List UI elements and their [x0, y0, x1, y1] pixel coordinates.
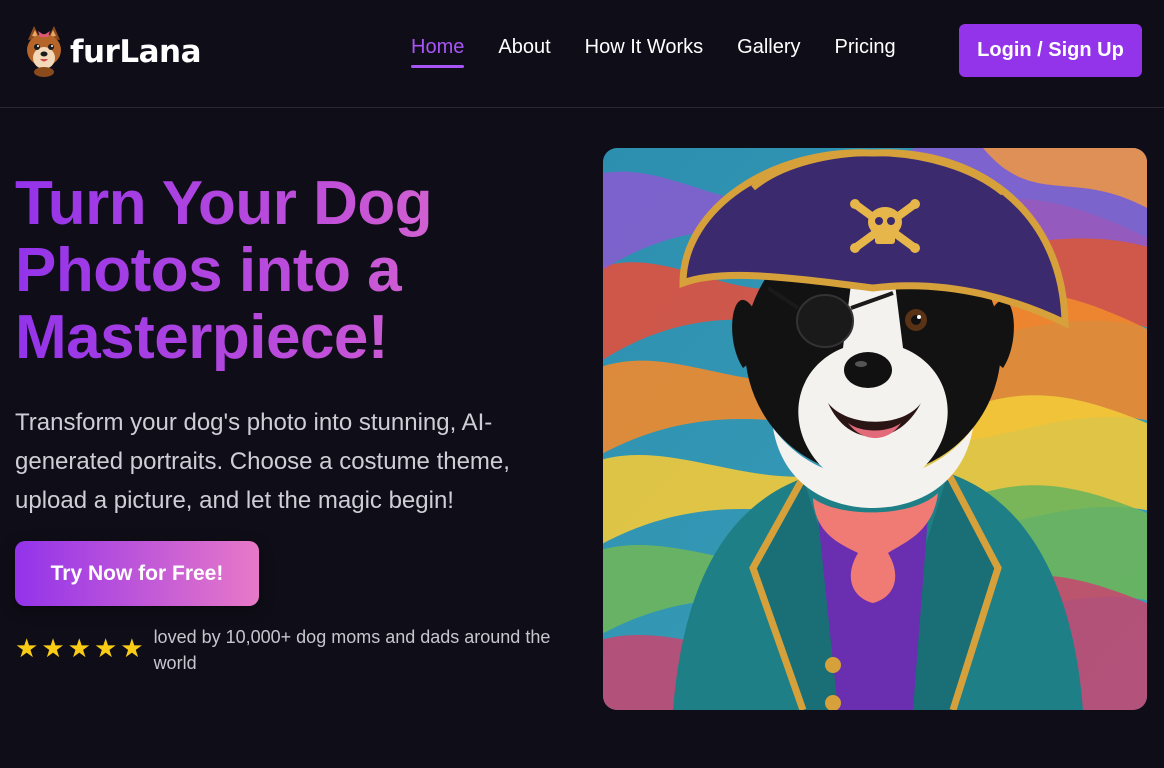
rating-block: ★ ★ ★ ★ ★ loved by 10,000+ dog moms and …: [15, 624, 564, 676]
hero-title-line-1: Turn Your Dog: [15, 169, 433, 238]
hero-title-line-2: Photos into a: [15, 236, 402, 305]
brand-logo[interactable]: furLana: [24, 24, 202, 78]
hero-title-line-3: Masterpiece!: [15, 303, 389, 372]
nav-item-how-it-works[interactable]: How It Works: [585, 36, 704, 68]
nav-item-pricing[interactable]: Pricing: [835, 36, 896, 68]
nav-item-gallery[interactable]: Gallery: [737, 36, 800, 68]
rating-text: loved by 10,000+ dog moms and dads aroun…: [153, 627, 551, 673]
hero-subtitle: Transform your dog's photo into stunning…: [15, 409, 510, 514]
rating-stars: ★ ★ ★ ★ ★: [15, 636, 144, 662]
try-free-button[interactable]: Try Now for Free!: [15, 541, 259, 606]
main-nav: Home About How It Works Gallery Pricing: [411, 36, 930, 68]
hero-portrait-image: [603, 148, 1147, 710]
star-icon: ★: [120, 634, 144, 664]
nav-item-home[interactable]: Home: [411, 36, 465, 68]
nav-item-about[interactable]: About: [498, 36, 550, 68]
star-icon: ★: [67, 634, 91, 664]
star-icon: ★: [41, 634, 65, 664]
hero-title: Turn Your Dog Photos into a Masterpiece!: [15, 170, 575, 371]
login-signup-button[interactable]: Login / Sign Up: [959, 24, 1142, 77]
brand-name: furLana: [70, 34, 202, 70]
star-icon: ★: [15, 634, 39, 664]
site-header: furLana Home About How It Works Gallery …: [0, 0, 1164, 108]
dog-face-icon: [27, 26, 61, 77]
star-icon: ★: [93, 634, 118, 664]
